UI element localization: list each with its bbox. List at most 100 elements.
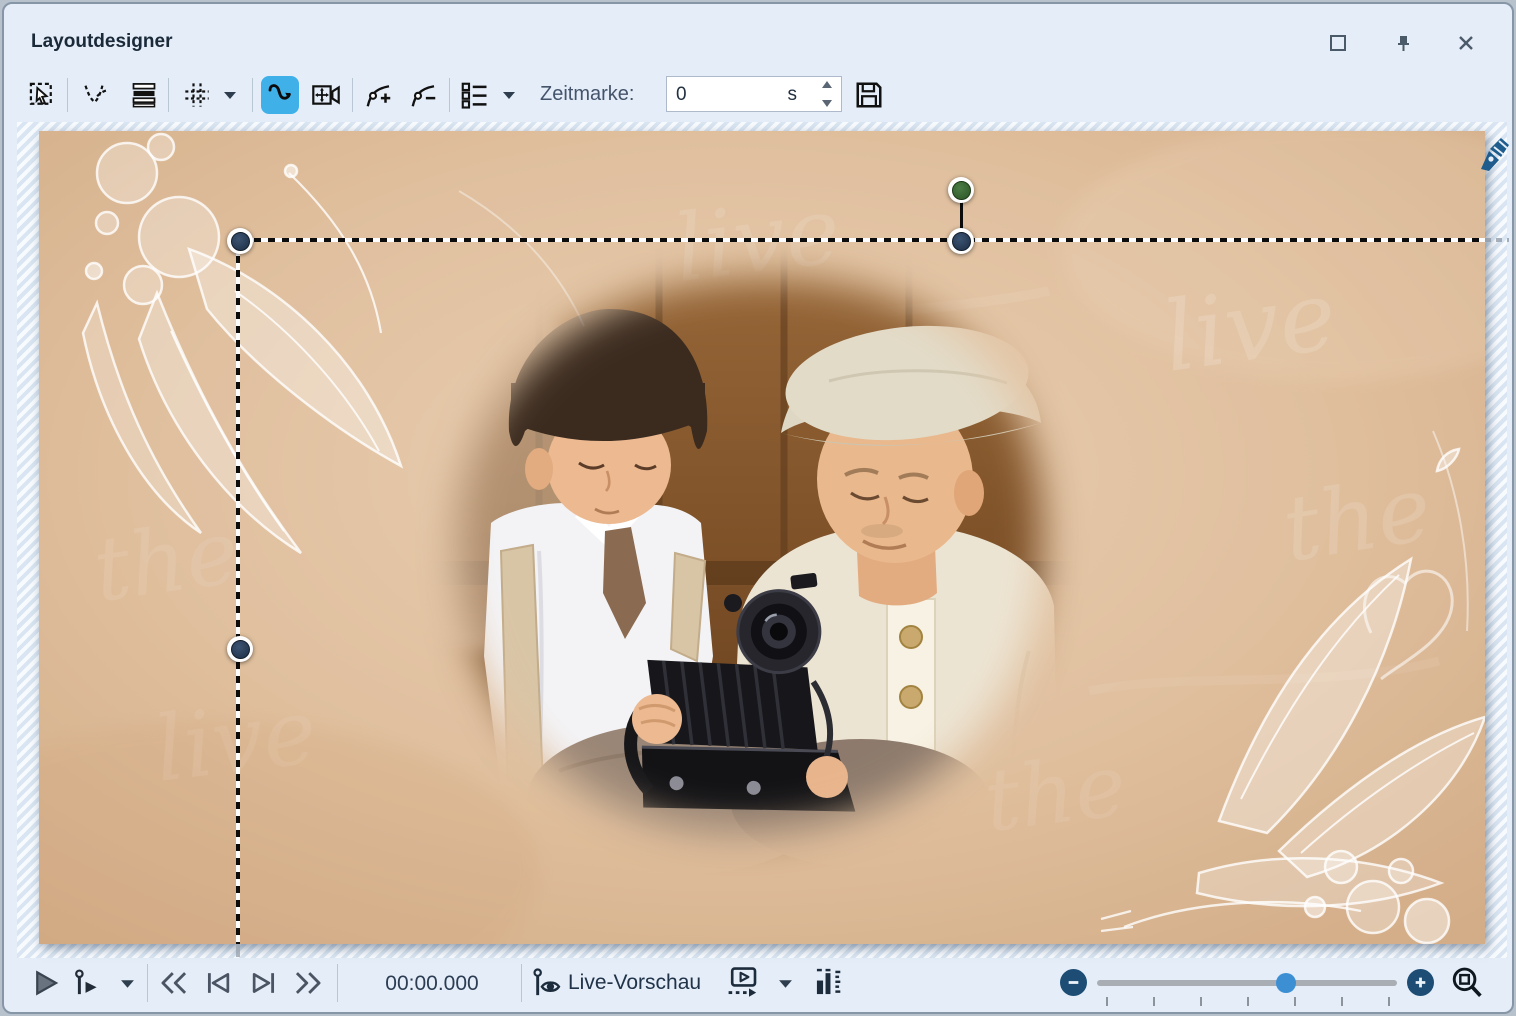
zoom-slider-thumb[interactable] [1276,973,1296,993]
pin-button[interactable] [1386,28,1420,58]
previous-icon [202,968,234,998]
camera-pan-tool-button[interactable] [308,77,344,113]
zoom-tick [1388,997,1390,1006]
grid-icon [183,81,211,109]
zoom-tick [1153,997,1155,1006]
selection-handle-core [952,232,971,251]
maximize-icon [1329,34,1347,52]
motion-path-tool-button[interactable] [261,76,299,114]
selection-line-horizontal [240,238,1485,242]
timeline-scale-button[interactable] [810,965,846,1001]
live-preview-icon [531,967,565,999]
layers-tool-button[interactable] [126,77,162,113]
svg-text:live: live [1157,259,1343,394]
zoom-slider[interactable] [1097,980,1397,986]
design-canvas[interactable]: live live the the live the [39,131,1485,944]
plus-icon [1413,975,1428,990]
pen-icon [1477,135,1513,173]
remove-point-icon [409,80,439,110]
select-tool-button[interactable] [24,77,60,113]
previous-frame-button[interactable] [200,965,236,1001]
list-icon [459,80,489,110]
motion-path-icon [265,80,295,110]
grid-dropdown[interactable] [217,77,243,113]
rotation-handle-core [952,181,971,200]
transport-bar: 00:00.000 Live-Vorschau [17,957,1499,1013]
close-button[interactable] [1449,28,1483,58]
transport-separator [521,964,522,1002]
add-point-icon [364,80,394,110]
svg-text:the: the [88,500,245,622]
toolbar: Zeitmarke: 0 s [4,66,1512,122]
selection-handle-corner[interactable] [227,228,253,254]
live-preview-label: Live-Vorschau [568,971,701,995]
preview-options-dropdown[interactable] [772,965,798,1001]
add-point-tool-button[interactable] [361,77,397,113]
selection-handle-top[interactable] [948,228,974,254]
selection-line-vertical-extension [236,944,240,957]
zeitmarke-value: 0 [676,84,687,106]
zoom-tick [1247,997,1249,1006]
toolbar-separator [449,78,450,112]
minus-icon [1066,975,1081,990]
rotation-handle[interactable] [948,177,974,203]
chevron-down-icon [778,978,793,989]
grid-tool-button[interactable] [179,77,215,113]
time-display: 00:00.000 [365,972,499,996]
select-tool-icon [28,81,56,109]
play-from-marker-button[interactable] [70,965,106,1001]
zoom-tick [1294,997,1296,1006]
zeitmarke-spinner[interactable] [819,80,835,108]
list-dropdown[interactable] [496,77,522,113]
skip-to-start-button[interactable] [156,965,192,1001]
layoutdesigner-window: Layoutdesigner [2,2,1514,1014]
remove-point-tool-button[interactable] [406,77,442,113]
camera-pan-icon [311,80,341,110]
play-icon [31,968,61,998]
save-icon [854,80,884,110]
skip-to-end-button[interactable] [290,965,326,1001]
play-from-marker-icon [72,968,104,998]
spinner-up-icon [821,80,833,89]
selection-handle-left[interactable] [227,636,253,662]
toolbar-separator [168,78,169,112]
selection-handle-core [231,232,250,251]
save-button[interactable] [851,77,887,113]
zoom-tick [1106,997,1108,1006]
zoom-tick [1341,997,1343,1006]
zoom-tick [1200,997,1202,1006]
selection-line-horizontal-extension [1485,238,1509,242]
spinner-down-icon [821,99,833,108]
next-icon [248,968,280,998]
zoom-out-button[interactable] [1060,969,1087,996]
maximize-button[interactable] [1321,28,1355,58]
layers-icon [130,81,158,109]
canvas-artwork: live live the the live the [39,131,1485,944]
play-button[interactable] [28,965,64,1001]
transport-separator [337,964,338,1002]
zoom-fit-icon [1450,966,1484,1000]
next-frame-button[interactable] [246,965,282,1001]
zeitmarke-label: Zeitmarke: [540,83,634,106]
timeline-scale-icon [812,967,844,999]
curve-select-icon [82,81,110,109]
skip-forward-icon [292,968,324,998]
close-icon [1457,34,1475,52]
live-preview-toggle[interactable] [530,965,566,1001]
window-title: Layoutdesigner [31,31,172,53]
play-options-dropdown[interactable] [114,965,140,1001]
curve-select-tool-button[interactable] [78,77,114,113]
selection-handle-core [231,640,250,659]
external-preview-button[interactable] [725,965,761,1001]
chevron-down-icon [223,90,237,100]
zoom-fit-button[interactable] [1449,965,1485,1001]
edit-pen-button[interactable] [1477,135,1513,173]
selection-line-vertical [236,242,240,944]
pin-icon [1393,33,1413,53]
toolbar-separator [252,78,253,112]
external-preview-icon [725,966,761,1000]
transport-separator [147,964,148,1002]
zeitmarke-input[interactable]: 0 s [666,76,842,112]
zoom-in-button[interactable] [1407,969,1434,996]
list-tool-button[interactable] [456,77,492,113]
